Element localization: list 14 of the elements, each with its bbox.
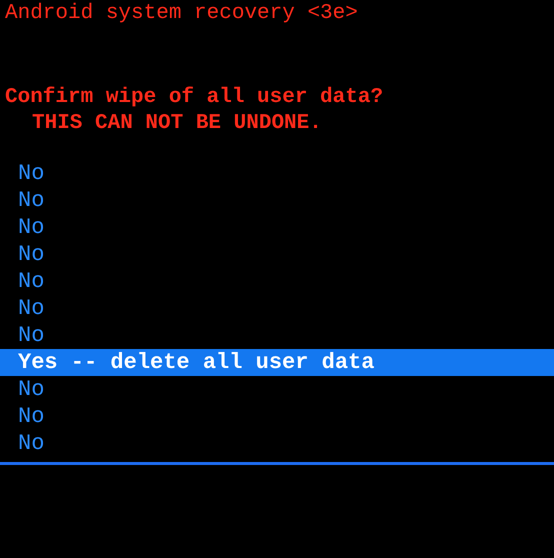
menu-item[interactable]: No: [0, 376, 554, 403]
menu-item[interactable]: No: [0, 295, 554, 322]
menu-item[interactable]: No: [0, 430, 554, 457]
menu-item[interactable]: No: [0, 268, 554, 295]
menu-item[interactable]: No: [0, 403, 554, 430]
menu-item[interactable]: No: [0, 322, 554, 349]
warning-text: THIS CAN NOT BE UNDONE.: [31, 111, 322, 137]
menu-item[interactable]: No: [0, 160, 554, 187]
menu-item[interactable]: No: [0, 241, 554, 268]
menu-item[interactable]: No: [0, 214, 554, 241]
menu-item[interactable]: No: [0, 187, 554, 214]
menu-item[interactable]: Yes -- delete all user data: [0, 349, 554, 376]
confirm-question: Confirm wipe of all user data?: [4, 85, 384, 111]
screen-title: Android system recovery <3e>: [4, 2, 358, 26]
